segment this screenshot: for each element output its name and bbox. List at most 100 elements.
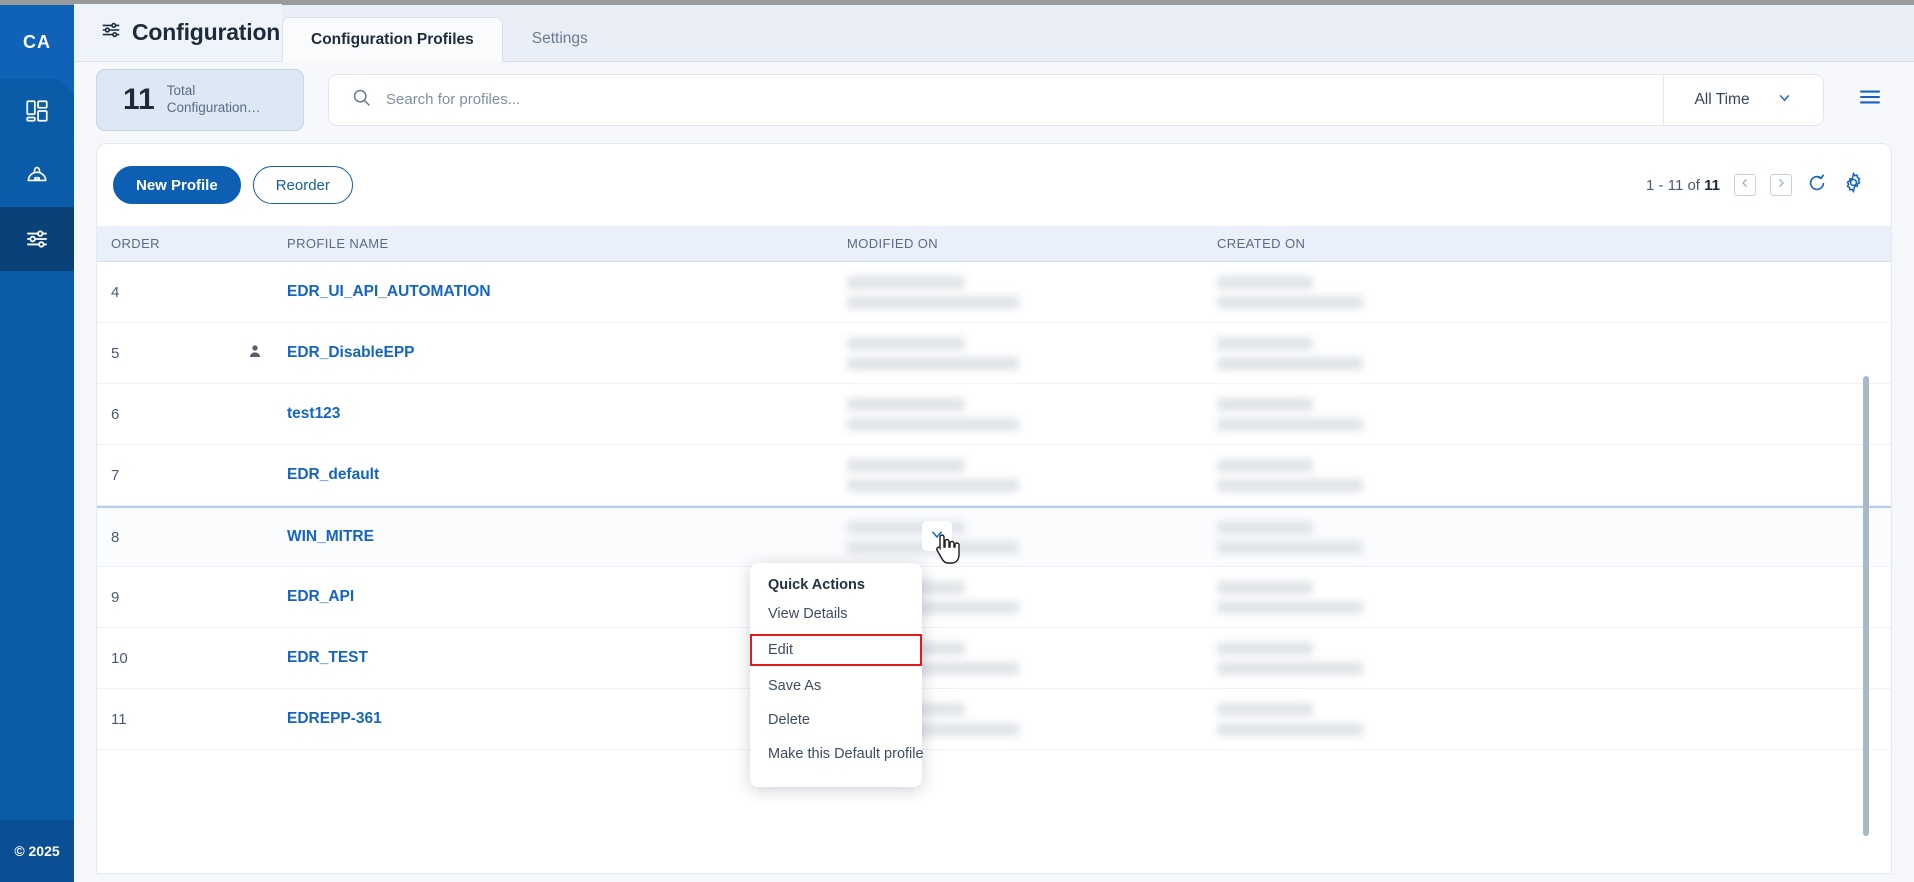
cell-modified-on (847, 275, 1217, 309)
table-row[interactable]: 10 EDR_TEST (97, 628, 1891, 689)
quick-action-view-details[interactable]: View Details (750, 597, 922, 631)
cell-order: 10 (111, 649, 128, 667)
cell-created-on (1217, 336, 1617, 370)
cell-order: 9 (111, 588, 120, 606)
cell-profile-name: EDR_default (287, 466, 847, 484)
cell-modified-on (847, 458, 1217, 492)
sliders-icon (24, 226, 50, 252)
column-header-created-on: CREATED ON (1217, 236, 1306, 251)
profile-name-link[interactable]: EDREPP-361 (287, 710, 382, 727)
previous-page-button[interactable] (1734, 174, 1756, 196)
dashboard-icon (24, 98, 50, 124)
table-row[interactable]: 6 test123 (97, 384, 1891, 445)
quick-action-delete[interactable]: Delete (750, 703, 922, 737)
next-page-button[interactable] (1770, 174, 1792, 196)
vertical-scrollbar-thumb[interactable] (1863, 376, 1869, 836)
sidebar-logo[interactable]: CA (0, 5, 74, 94)
sidebar-item-configuration[interactable] (0, 207, 74, 271)
profile-name-link[interactable]: EDR_API (287, 588, 354, 605)
user-icon (247, 345, 263, 363)
cell-created-on (1217, 641, 1617, 675)
quick-actions-menu: Quick Actions View Details Edit Save As … (750, 563, 924, 787)
cell-modified-on (847, 336, 1217, 370)
new-profile-button[interactable]: New Profile (113, 166, 241, 204)
table-row[interactable]: 11 EDREPP-361 (97, 689, 1891, 750)
page-header: Configuration Configuration Profiles Set… (74, 4, 1914, 62)
cell-created-on (1217, 275, 1617, 309)
search-input[interactable] (386, 91, 1663, 108)
cell-profile-flag (247, 343, 287, 363)
stat-count: 11 (123, 82, 155, 116)
profiles-card: New Profile Reorder 1 - 11 of 11 ORDER P… (96, 143, 1892, 874)
cell-profile-name: test123 (287, 405, 847, 423)
quick-action-edit[interactable]: Edit (750, 634, 922, 666)
copyright-text: © 2025 (14, 843, 60, 859)
table-row[interactable]: 9 EDR_API (97, 567, 1891, 628)
cell-created-on (1217, 702, 1617, 736)
pagination-summary: 1 - 11 of 11 (1646, 177, 1720, 194)
tab-settings-label: Settings (531, 29, 588, 47)
sidebar-item-deploy[interactable] (0, 143, 74, 207)
table-settings-button[interactable] (1842, 171, 1865, 199)
quick-action-save-as[interactable]: Save As (750, 669, 922, 703)
refresh-button[interactable] (1806, 172, 1828, 199)
profile-name-link[interactable]: EDR_TEST (287, 649, 368, 666)
pagination-range: 1 - 11 of (1646, 176, 1700, 194)
table-row[interactable]: 8 WIN_MITRE (97, 506, 1891, 567)
page-title-icon (100, 19, 122, 46)
cell-created-on (1217, 397, 1617, 431)
cell-created-on (1217, 520, 1617, 554)
cell-created-on (1217, 458, 1617, 492)
deploy-icon (24, 162, 50, 188)
cell-order: 6 (111, 405, 120, 423)
table-row[interactable]: 7 EDR_default (97, 445, 1891, 506)
quick-actions-title: Quick Actions (768, 577, 865, 593)
configuration-profiles-page: CA © 2025 Configuration Configuration Pr… (0, 0, 1914, 882)
gear-icon (1842, 171, 1865, 199)
reorder-button[interactable]: Reorder (252, 166, 353, 204)
time-range-value: All Time (1694, 90, 1750, 108)
table-row[interactable]: 4 EDR_UI_API_AUTOMATION (97, 262, 1891, 323)
chevron-down-icon (928, 525, 946, 548)
chevron-left-icon (1739, 176, 1751, 194)
total-configuration-stat-card[interactable]: 11 Total Configuration… (96, 68, 304, 131)
tab-configuration-profiles[interactable]: Configuration Profiles (282, 17, 503, 62)
cell-order: 7 (111, 466, 120, 484)
profile-name-link[interactable]: WIN_MITRE (287, 528, 374, 545)
header-title-block: Configuration (74, 4, 282, 61)
view-options-button[interactable] (1848, 84, 1892, 115)
quick-action-make-default[interactable]: Make this Default profile (750, 737, 924, 771)
chevron-right-icon (1775, 176, 1787, 194)
cell-modified-on (847, 520, 1217, 554)
sidebar-logo-text: CA (23, 31, 51, 52)
profile-name-link[interactable]: test123 (287, 405, 340, 422)
column-header-profile-name: PROFILE NAME (287, 236, 389, 251)
cell-order: 5 (111, 344, 120, 362)
left-sidebar: CA © 2025 (0, 5, 74, 882)
profile-name-link[interactable]: EDR_default (287, 466, 379, 483)
card-toolbar: New Profile Reorder 1 - 11 of 11 (97, 144, 1891, 226)
refresh-icon (1806, 172, 1828, 199)
row-actions-trigger-button[interactable] (922, 521, 952, 551)
sidebar-logo-corner (58, 78, 74, 94)
column-header-order: ORDER (111, 236, 160, 251)
cell-profile-name: EDR_DisableEPP (287, 344, 847, 362)
time-range-select[interactable]: All Time (1663, 74, 1823, 125)
profile-name-link[interactable]: EDR_UI_API_AUTOMATION (287, 283, 491, 300)
table-body: 4 EDR_UI_API_AUTOMATION 5 EDR_DisableEPP 6 te… (97, 262, 1891, 873)
table-row[interactable]: 5 EDR_DisableEPP (97, 323, 1891, 384)
filter-toolbar: 11 Total Configuration… All Time (74, 62, 1914, 137)
chevron-down-icon (1776, 89, 1793, 111)
table-header-row: ORDER PROFILE NAME MODIFIED ON CREATED O… (97, 226, 1891, 262)
column-header-modified-on: MODIFIED ON (847, 236, 939, 251)
search-icon (351, 87, 372, 113)
cell-order: 4 (111, 283, 120, 301)
tab-settings[interactable]: Settings (503, 16, 617, 61)
cell-modified-on (847, 397, 1217, 431)
tab-bar: Configuration Profiles Settings (282, 4, 617, 62)
sidebar-footer: © 2025 (0, 820, 74, 882)
profile-name-link[interactable]: EDR_DisableEPP (287, 344, 415, 361)
page-title: Configuration (132, 19, 281, 45)
hamburger-icon (1857, 84, 1883, 115)
